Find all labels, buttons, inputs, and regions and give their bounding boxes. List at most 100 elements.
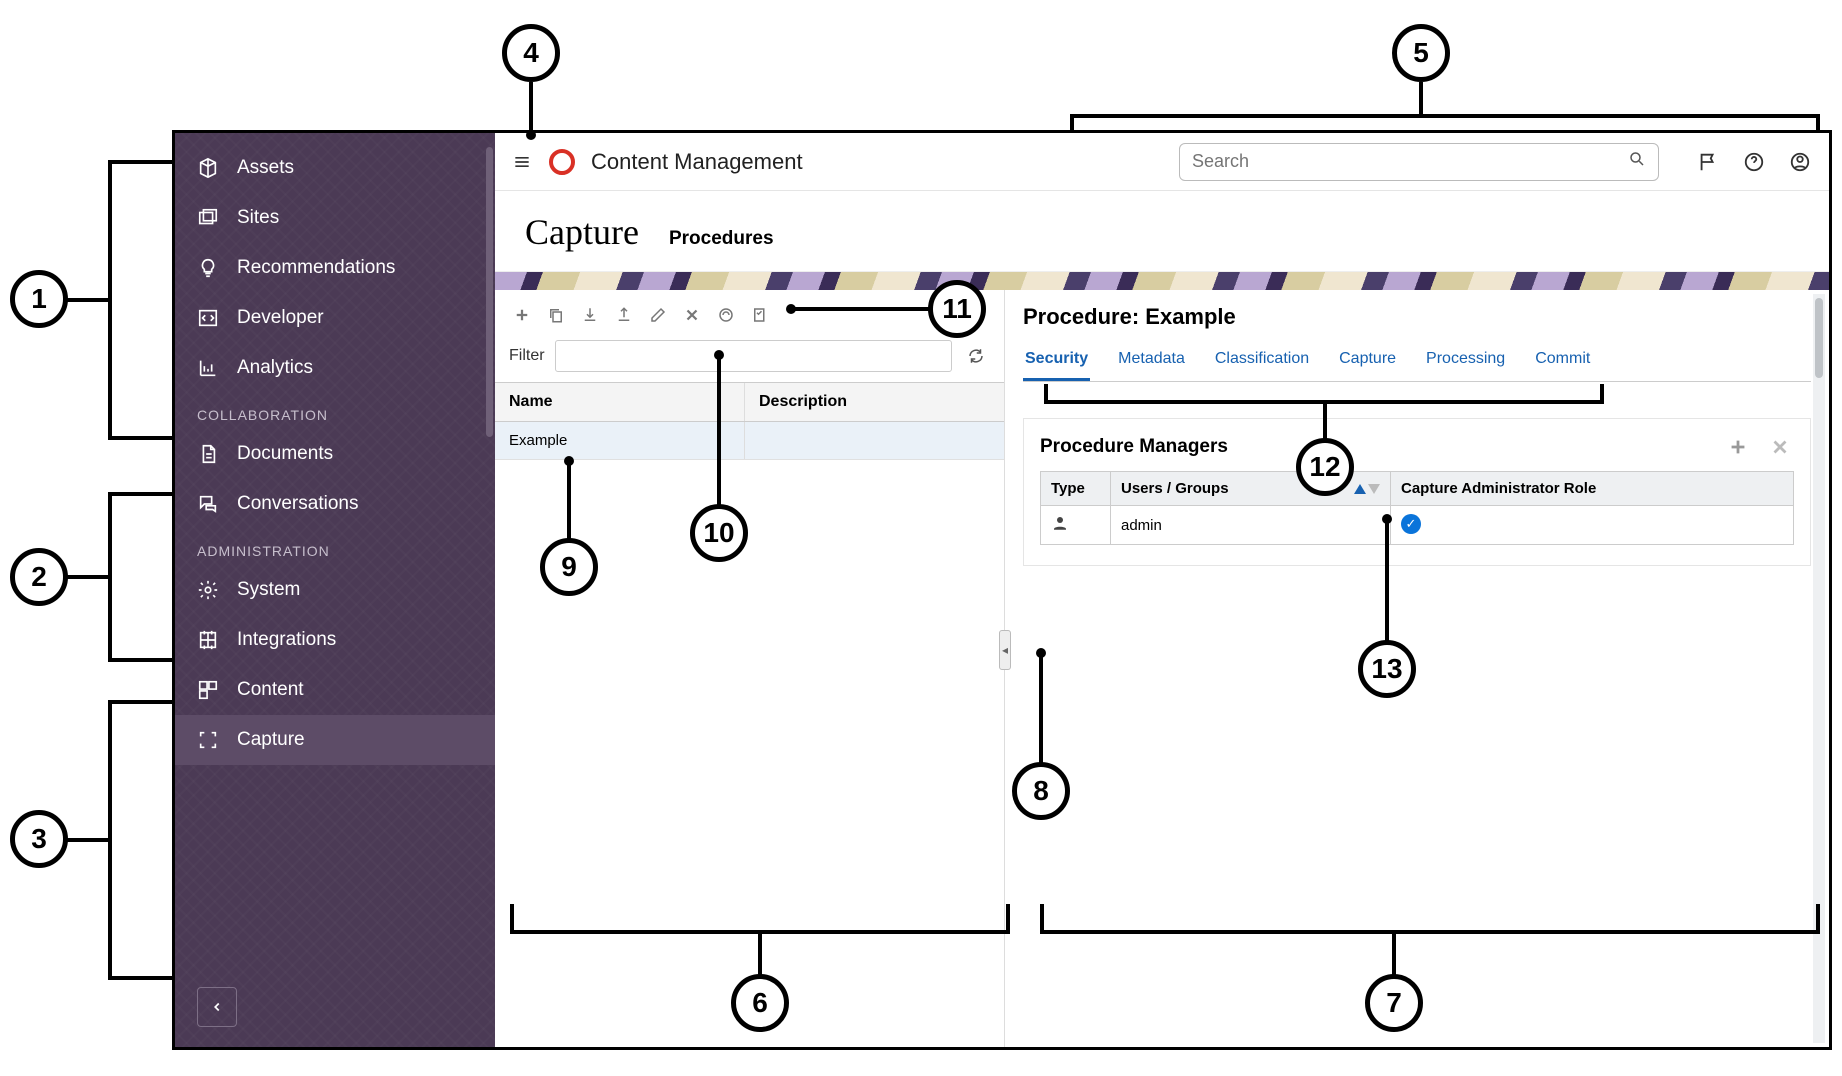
callout-5: 5 [1392, 24, 1450, 82]
callout-9: 9 [540, 538, 598, 596]
unlock-button[interactable] [713, 302, 739, 328]
sidebar-item-capture[interactable]: Capture [175, 715, 495, 765]
sidebar-item-integrations[interactable]: Integrations [175, 615, 495, 665]
sidebar-item-label: Assets [237, 157, 294, 179]
cell-description [745, 422, 1004, 459]
procedure-title: Procedure: Example [1023, 298, 1811, 334]
sidebar-item-label: Recommendations [237, 257, 395, 279]
search-icon[interactable] [1628, 150, 1646, 173]
page-title: Capture [525, 211, 639, 253]
gear-icon [197, 579, 219, 601]
capture-icon [197, 729, 219, 751]
tab-commit[interactable]: Commit [1533, 340, 1592, 381]
sidebar-scrollbar[interactable] [486, 147, 493, 437]
sites-icon [197, 207, 219, 229]
callout-10: 10 [690, 504, 748, 562]
sidebar-item-label: System [237, 579, 300, 601]
col-name[interactable]: Name [495, 383, 745, 421]
procedures-table: Name Description Example [495, 382, 1004, 460]
import-button[interactable] [577, 302, 603, 328]
bulb-icon [197, 257, 219, 279]
tab-capture[interactable]: Capture [1337, 340, 1398, 381]
sidebar-item-system[interactable]: System [175, 565, 495, 615]
callout-7: 7 [1365, 974, 1423, 1032]
sidebar-item-analytics[interactable]: Analytics [175, 343, 495, 393]
sidebar-item-label: Conversations [237, 493, 358, 515]
user-account-icon[interactable] [1787, 149, 1813, 175]
tab-processing[interactable]: Processing [1424, 340, 1507, 381]
code-icon [197, 307, 219, 329]
procedure-managers-panel: Procedure Managers Type [1023, 418, 1811, 566]
help-icon[interactable] [1741, 149, 1767, 175]
table-row[interactable]: Example [495, 422, 1004, 460]
breadcrumb[interactable]: Procedures [669, 228, 774, 250]
brand-logo-icon [549, 149, 575, 175]
cell-name: Example [495, 422, 745, 459]
sidebar-item-label: Analytics [237, 357, 313, 379]
search-input[interactable] [1192, 151, 1618, 172]
sidebar: Assets Sites Recommendations Developer A… [175, 133, 495, 1047]
table-row[interactable]: admin ✓ [1041, 506, 1793, 544]
export-button[interactable] [611, 302, 637, 328]
sidebar-item-developer[interactable]: Developer [175, 293, 495, 343]
edit-button[interactable] [645, 302, 671, 328]
sidebar-item-label: Integrations [237, 629, 336, 651]
callout-13: 13 [1358, 640, 1416, 698]
sidebar-section-collaboration: COLLABORATION [175, 393, 495, 429]
check-icon: ✓ [1401, 514, 1421, 534]
sidebar-item-content[interactable]: Content [175, 665, 495, 715]
callout-12: 12 [1296, 438, 1354, 496]
callout-2: 2 [10, 548, 68, 606]
sidebar-item-conversations[interactable]: Conversations [175, 479, 495, 529]
callout-4: 4 [502, 24, 560, 82]
sidebar-item-label: Sites [237, 207, 279, 229]
procedure-tabs: Security Metadata Classification Capture… [1023, 340, 1811, 382]
add-manager-button[interactable] [1724, 433, 1752, 461]
tab-metadata[interactable]: Metadata [1116, 340, 1187, 381]
brand-title: Content Management [591, 149, 803, 175]
sidebar-item-sites[interactable]: Sites [175, 193, 495, 243]
chat-icon [197, 493, 219, 515]
callout-3: 3 [10, 810, 68, 868]
filter-label: Filter [509, 347, 545, 365]
managers-table: Type Users / Groups Capture Administrato… [1040, 471, 1794, 545]
flag-icon[interactable] [1695, 149, 1721, 175]
sidebar-item-label: Capture [237, 729, 305, 751]
callout-6: 6 [731, 974, 789, 1032]
cell-type [1041, 506, 1111, 544]
col-type[interactable]: Type [1041, 472, 1111, 505]
menu-toggle-button[interactable] [511, 151, 533, 173]
tab-classification[interactable]: Classification [1213, 340, 1311, 381]
sort-arrows-icon[interactable] [1354, 484, 1380, 494]
col-capture-admin-role[interactable]: Capture Administrator Role [1391, 472, 1793, 505]
add-button[interactable] [509, 302, 535, 328]
tab-security[interactable]: Security [1023, 340, 1090, 381]
integrations-icon [197, 629, 219, 651]
sidebar-item-documents[interactable]: Documents [175, 429, 495, 479]
table-header: Name Description [495, 383, 1004, 422]
filter-input[interactable] [555, 340, 952, 372]
content-icon [197, 679, 219, 701]
sidebar-item-label: Content [237, 679, 304, 701]
callout-1: 1 [10, 270, 68, 328]
decorative-banner [495, 272, 1829, 290]
chart-icon [197, 357, 219, 379]
refresh-button[interactable] [962, 342, 990, 370]
page-header: Capture Procedures [495, 191, 1829, 272]
cell-role: ✓ [1391, 506, 1793, 544]
callout-8: 8 [1012, 762, 1070, 820]
managers-title: Procedure Managers [1040, 436, 1228, 458]
person-icon [1051, 519, 1069, 536]
search-box[interactable] [1179, 143, 1659, 181]
remove-manager-button[interactable] [1766, 433, 1794, 461]
sidebar-item-label: Developer [237, 307, 324, 329]
callout-11: 11 [928, 280, 986, 338]
document-icon [197, 443, 219, 465]
sidebar-item-recommendations[interactable]: Recommendations [175, 243, 495, 293]
delete-button[interactable] [679, 302, 705, 328]
validate-button[interactable] [747, 302, 773, 328]
col-description[interactable]: Description [745, 383, 1004, 421]
sidebar-item-assets[interactable]: Assets [175, 143, 495, 193]
sidebar-collapse-button[interactable] [197, 987, 237, 1027]
copy-button[interactable] [543, 302, 569, 328]
